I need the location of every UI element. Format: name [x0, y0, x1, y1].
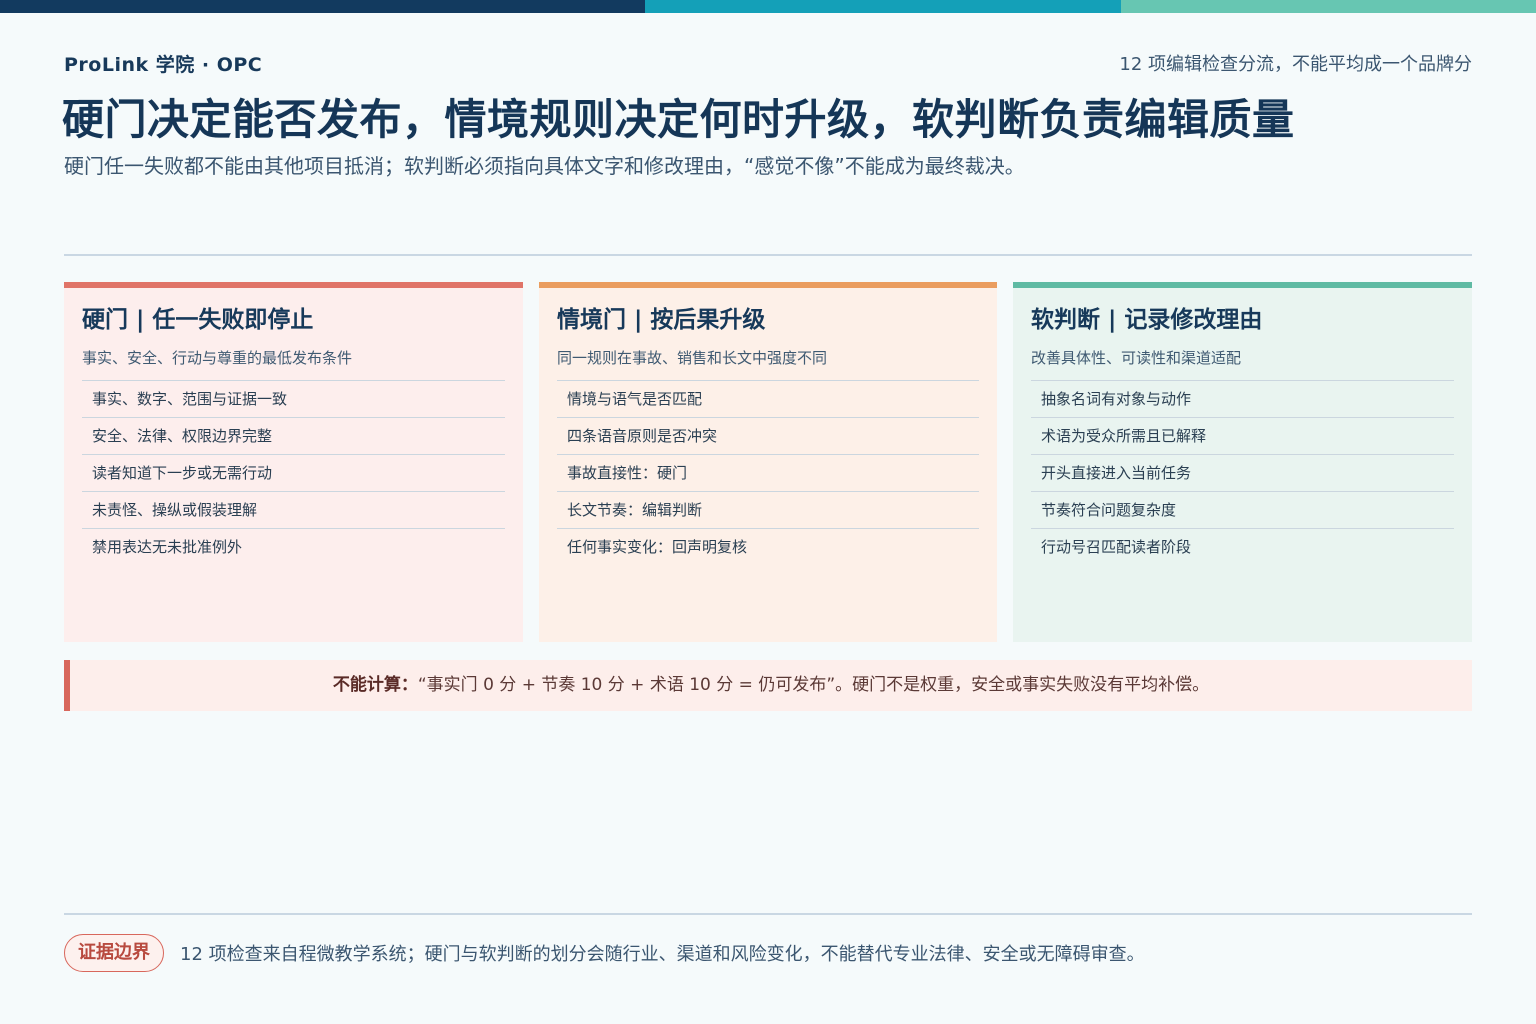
checklist-item: 开头直接进入当前任务 [1031, 455, 1454, 492]
checklist: 情境与语气是否匹配 四条语音原则是否冲突 事故直接性：硬门 长文节奏：编辑判断 … [557, 380, 979, 565]
card-context-gate: 情境门 | 按后果升级 同一规则在事故、销售和长文中强度不同 情境与语气是否匹配… [539, 282, 997, 642]
warning-text: “事实门 0 分 + 节奏 10 分 + 术语 10 分 = 仍可发布”。硬门不… [417, 675, 1210, 695]
page-title: 硬门决定能否发布，情境规则决定何时升级，软判断负责编辑质量 [62, 95, 1295, 144]
checklist-item: 读者知道下一步或无需行动 [82, 455, 505, 492]
accent-segment-mint [1121, 0, 1536, 13]
checklist-item: 禁用表达无未批准例外 [92, 538, 243, 556]
warning-callout: 不能计算：“事实门 0 分 + 节奏 10 分 + 术语 10 分 = 仍可发布… [64, 660, 1472, 711]
evidence-boundary-badge: 证据边界 [64, 934, 164, 972]
card-description: 同一规则在事故、销售和长文中强度不同 [557, 349, 828, 367]
card-title: 情境门 | 按后果升级 [557, 307, 766, 333]
checklist-item: 节奏符合问题复杂度 [1031, 492, 1454, 529]
footer: 证据边界 12 项检查来自程微教学系统；硬门与软判断的划分会随行业、渠道和风险变… [64, 933, 1145, 973]
top-accent-bar [0, 0, 1536, 13]
checklist-item: 抽象名词有对象与动作 [1031, 381, 1454, 418]
card-soft-judgment: 软判断 | 记录修改理由 改善具体性、可读性和渠道适配 抽象名词有对象与动作 术… [1013, 282, 1472, 642]
card-title: 硬门 | 任一失败即停止 [82, 307, 314, 333]
header-note: 12 项编辑检查分流，不能平均成一个品牌分 [1119, 54, 1472, 75]
card-hard-gate: 硬门 | 任一失败即停止 事实、安全、行动与尊重的最低发布条件 事实、数字、范围… [64, 282, 523, 642]
page-subtitle: 硬门任一失败都不能由其他项目抵消；软判断必须指向具体文字和修改理由，“感觉不像”… [64, 154, 1025, 178]
checklist-item: 事实、数字、范围与证据一致 [82, 381, 505, 418]
accent-segment-teal [645, 0, 1121, 13]
checklist-item: 情境与语气是否匹配 [557, 381, 979, 418]
top-divider [64, 254, 1472, 256]
checklist-item: 任何事实变化：回声明复核 [567, 538, 748, 556]
warning-label: 不能计算： [332, 675, 418, 695]
checklist-item: 未责怪、操纵或假装理解 [82, 492, 505, 529]
checklist-item: 行动号召匹配读者阶段 [1041, 538, 1192, 556]
bottom-divider [64, 913, 1472, 915]
footer-text: 12 项检查来自程微教学系统；硬门与软判断的划分会随行业、渠道和风险变化，不能替… [180, 944, 1145, 965]
card-description: 事实、安全、行动与尊重的最低发布条件 [82, 349, 353, 367]
checklist-item: 四条语音原则是否冲突 [557, 418, 979, 455]
card-accent-bar [64, 282, 523, 288]
checklist-item: 术语为受众所需且已解释 [1031, 418, 1454, 455]
checklist-item: 安全、法律、权限边界完整 [82, 418, 505, 455]
checklist: 抽象名词有对象与动作 术语为受众所需且已解释 开头直接进入当前任务 节奏符合问题… [1031, 380, 1454, 565]
card-accent-bar [539, 282, 997, 288]
card-description: 改善具体性、可读性和渠道适配 [1031, 349, 1242, 367]
accent-segment-navy [0, 0, 645, 13]
checklist: 事实、数字、范围与证据一致 安全、法律、权限边界完整 读者知道下一步或无需行动 … [82, 380, 505, 565]
checklist-item: 事故直接性：硬门 [557, 455, 979, 492]
brand-label: ProLink 学院 · OPC [64, 54, 263, 76]
checklist-item: 长文节奏：编辑判断 [557, 492, 979, 529]
card-title: 软判断 | 记录修改理由 [1031, 307, 1263, 333]
card-accent-bar [1013, 282, 1472, 288]
